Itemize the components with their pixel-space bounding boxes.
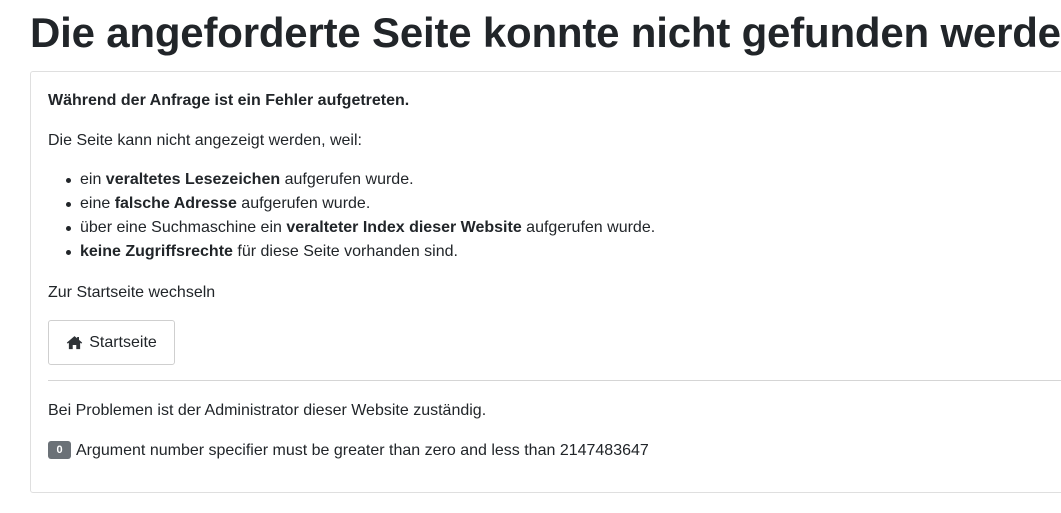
error-code-badge: 0 (48, 440, 71, 459)
reason-item: über eine Suchmaschine ein veralteter In… (64, 218, 655, 242)
reason-text-before: über eine Suchmaschine ein (80, 219, 287, 236)
reason-text-before: ein (80, 171, 106, 188)
admin-note: Bei Problemen ist der Administrator dies… (48, 402, 487, 419)
home-prompt: Zur Startseite wechseln (48, 284, 216, 301)
reason-item: keine Zugriffsrechte für diese Seite vor… (64, 242, 655, 266)
error-detail: 0 Argument number specifier must be great… (48, 440, 649, 461)
reason-text-strong: veralteter Index dieser Website (286, 219, 522, 236)
reason-text-after: aufgerufen wurde. (236, 195, 371, 212)
reason-item: ein veraltetes Lesezeichen aufgerufen wu… (64, 170, 655, 194)
reason-text-strong: keine Zugriffsrechte (80, 243, 233, 260)
reason-text-strong: falsche Adresse (114, 195, 237, 212)
reason-text-after: für diese Seite vorhanden sind. (232, 243, 458, 260)
error-reasons-list: ein veraltetes Lesezeichen aufgerufen wu… (64, 170, 655, 266)
error-page: Die angeforderte Seite konnte nicht gefu… (30, 0, 1061, 513)
home-icon (66, 335, 83, 350)
error-panel: Während der Anfrage ist ein Fehler aufge… (30, 71, 1061, 493)
reason-text-after: aufgerufen wurde. (280, 171, 414, 188)
reason-text-before: eine (80, 195, 115, 212)
divider (48, 380, 1061, 381)
home-button-label: Startseite (89, 333, 157, 351)
error-detail-message: Argument number specifier must be greate… (76, 442, 649, 459)
error-intro: Die Seite kann nicht angezeigt werden, w… (48, 132, 362, 149)
reason-item: eine falsche Adresse aufgerufen wurde. (64, 194, 655, 218)
page-title: Die angeforderte Seite konnte nicht gefu… (30, 9, 1061, 56)
error-panel-body: Während der Anfrage ist ein Fehler aufge… (48, 72, 1061, 492)
error-heading: Während der Anfrage ist ein Fehler aufge… (48, 92, 410, 109)
reason-text-strong: veraltetes Lesezeichen (105, 171, 281, 188)
reason-text-after: aufgerufen wurde. (521, 219, 656, 236)
home-button[interactable]: Startseite (48, 320, 175, 365)
